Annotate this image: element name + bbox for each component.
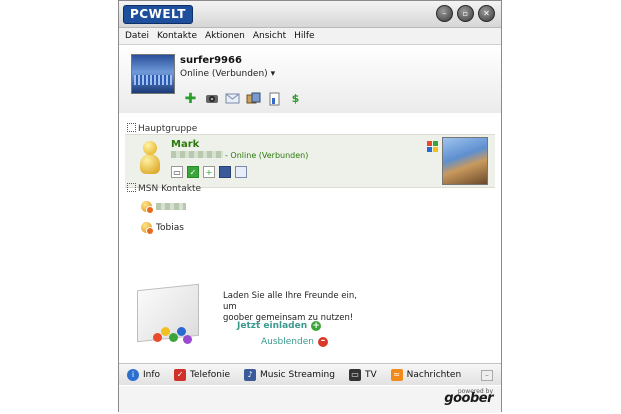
- file-transfer-icon[interactable]: [267, 91, 282, 106]
- contact-status-text: - Online (Verbunden): [225, 151, 309, 160]
- hide-link[interactable]: Ausblenden –: [261, 337, 328, 347]
- msn-contact-tobias[interactable]: Tobias: [141, 222, 184, 235]
- action-toolbar: ✚ $: [183, 91, 303, 107]
- check-icon[interactable]: ✓: [187, 166, 199, 178]
- group-chat-icon[interactable]: [246, 91, 261, 106]
- minimize-button[interactable]: –: [436, 5, 453, 22]
- profile-panel: surfer9966 Online (Verbunden) ▾ ✚ $: [119, 46, 501, 113]
- contact-photo[interactable]: [442, 137, 488, 185]
- music-icon: ♪: [244, 368, 257, 381]
- invite-panel: Laden Sie alle Ihre Freunde ein, um goob…: [131, 283, 501, 355]
- hide-label: Ausblenden: [261, 337, 314, 347]
- menu-aktionen[interactable]: Aktionen: [205, 31, 245, 41]
- message-icon[interactable]: [225, 91, 240, 106]
- phone-icon: ✓: [174, 368, 187, 381]
- profile-username: surfer9966: [180, 55, 242, 66]
- tab-label: TV: [364, 369, 377, 380]
- group-label: MSN Kontakte: [138, 184, 202, 194]
- video-icon[interactable]: [219, 166, 231, 178]
- title-bar: PCWELT – ▫ ✕: [119, 1, 501, 28]
- group-header-main[interactable]: Hauptgruppe: [127, 123, 197, 134]
- add-contact-icon[interactable]: ✚: [183, 91, 198, 107]
- group-header-msn[interactable]: MSN Kontakte: [127, 183, 201, 194]
- tab-label: Telefonie: [190, 369, 231, 380]
- invite-now-link[interactable]: Jetzt einladen +: [237, 321, 322, 331]
- expand-icon: [127, 123, 136, 132]
- chevron-down-icon: ▾: [270, 69, 276, 79]
- redacted-text: [156, 203, 186, 210]
- invite-line-1: Laden Sie alle Ihre Freunde ein, um: [223, 291, 357, 312]
- pcwelt-logo: PCWELT: [123, 5, 193, 24]
- tab-label: Info: [143, 369, 161, 380]
- away-status-icon: [141, 222, 154, 235]
- minus-icon: –: [317, 337, 328, 347]
- windows-flag-icon: [427, 141, 438, 152]
- tab-tv[interactable]: ▭ TV: [348, 368, 377, 381]
- collapse-tabs-button[interactable]: –: [481, 370, 493, 381]
- away-status-icon: [141, 201, 154, 214]
- menu-ansicht[interactable]: Ansicht: [253, 31, 286, 41]
- contact-name: Tobias: [156, 222, 184, 233]
- group-label: Hauptgruppe: [138, 124, 198, 134]
- close-button[interactable]: ✕: [478, 5, 495, 22]
- tab-telefonie[interactable]: ✓ Telefonie: [174, 368, 231, 381]
- goober-logo: goober: [444, 391, 493, 406]
- contact-card-icon[interactable]: ▭: [171, 166, 183, 178]
- tab-info[interactable]: i Info: [127, 368, 161, 381]
- tab-nachrichten[interactable]: ≈ Nachrichten: [390, 368, 462, 381]
- tab-label: Music Streaming: [260, 369, 335, 380]
- window-controls: – ▫ ✕: [436, 5, 495, 22]
- msn-contact-redacted[interactable]: [141, 201, 188, 214]
- buddy-icon: [139, 141, 161, 177]
- invite-label: Jetzt einladen: [237, 321, 308, 331]
- friends-icon: [153, 325, 193, 349]
- powered-by: powered by goober: [444, 388, 493, 406]
- user-avatar[interactable]: [131, 54, 175, 94]
- contact-status: - Online (Verbunden): [171, 151, 308, 160]
- tab-music-streaming[interactable]: ♪ Music Streaming: [244, 368, 335, 381]
- tab-label: Nachrichten: [406, 369, 462, 380]
- info-icon: i: [127, 368, 139, 381]
- invite-message: Laden Sie alle Ihre Freunde ein, um goob…: [223, 291, 373, 324]
- restore-button[interactable]: ▫: [457, 5, 474, 22]
- bottom-tab-bar: i Info ✓ Telefonie ♪ Music Streaming ▭ T…: [119, 363, 501, 385]
- webcam-icon[interactable]: [204, 91, 219, 106]
- expand-icon: [127, 183, 136, 192]
- goober-window: PCWELT – ▫ ✕ Datei Kontakte Aktionen Ans…: [118, 0, 502, 413]
- status-label: Online (Verbunden): [180, 69, 268, 79]
- money-icon[interactable]: $: [288, 91, 303, 106]
- redacted-text: [171, 151, 223, 158]
- contact-actions: ▭ ✓ +: [171, 166, 247, 178]
- plus-icon: +: [311, 321, 322, 331]
- footer: powered by goober: [119, 386, 501, 413]
- menu-hilfe[interactable]: Hilfe: [294, 31, 314, 41]
- contact-row-selected[interactable]: Mark - Online (Verbunden) ▭ ✓ +: [125, 134, 495, 188]
- menu-datei[interactable]: Datei: [125, 31, 149, 41]
- file-icon[interactable]: [235, 166, 247, 178]
- status-selector[interactable]: Online (Verbunden) ▾: [180, 69, 275, 79]
- contact-name: Mark: [171, 139, 200, 150]
- add-icon[interactable]: +: [203, 166, 215, 178]
- rss-icon: ≈: [390, 368, 403, 381]
- menu-bar: Datei Kontakte Aktionen Ansicht Hilfe: [119, 28, 501, 45]
- menu-kontakte[interactable]: Kontakte: [157, 31, 197, 41]
- tv-icon: ▭: [348, 368, 361, 381]
